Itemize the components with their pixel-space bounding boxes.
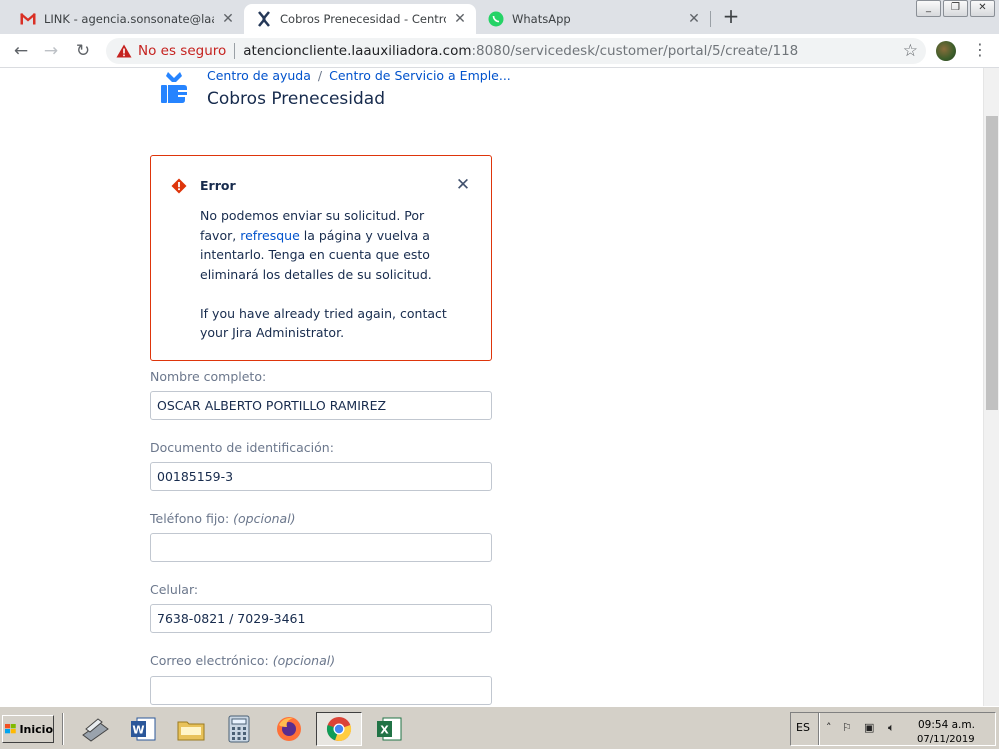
url-path: :8080/servicedesk/customer/portal/5/crea… [471, 43, 799, 59]
explorer-folder-icon[interactable] [168, 712, 214, 746]
excel-icon[interactable]: X [366, 712, 412, 746]
tab-cobros-prenecesidad[interactable]: Cobros Prenecesidad - Centro de Se ✕ [244, 4, 476, 34]
tab-label: WhatsApp [512, 12, 571, 26]
calculator-icon[interactable] [216, 712, 262, 746]
mobile-label: Celular: [150, 582, 199, 597]
service-desk-logo-icon [161, 72, 187, 103]
gmail-icon [20, 11, 36, 27]
address-bar[interactable]: No es seguro atencioncliente.laauxiliado… [106, 38, 926, 64]
maximize-button[interactable]: ❐ [943, 0, 968, 17]
tab-close-icon[interactable]: ✕ [452, 11, 468, 27]
full-name-label: Nombre completo: [150, 369, 267, 384]
tab-divider [710, 11, 711, 27]
browser-toolbar: ← → ↻ No es seguro atencioncliente.laaux… [0, 34, 999, 68]
scrollbar-thumb[interactable] [986, 116, 998, 410]
bookmark-star-icon[interactable]: ☆ [903, 41, 918, 61]
vertical-scrollbar[interactable] [983, 68, 999, 706]
email-field[interactable] [150, 676, 492, 705]
os-taskbar: Inicio W X ES ˄ ⚐ ▣ 🔈︎ 09:54 a.m. 07/11/… [0, 706, 999, 749]
close-icon[interactable]: ✕ [455, 176, 471, 194]
word-icon[interactable]: W [120, 712, 166, 746]
tab-label: LINK - agencia.sonsonate@laauxiliadora [44, 12, 214, 26]
tab-whatsapp[interactable]: WhatsApp ✕ [476, 4, 710, 34]
refresh-link[interactable]: refresque [240, 228, 300, 243]
omnibox-divider [234, 43, 236, 59]
profile-avatar[interactable] [936, 41, 956, 61]
browser-menu-icon[interactable]: ⋮ [972, 40, 988, 59]
window-controls: _ ❐ ✕ [914, 0, 995, 17]
volume-icon[interactable]: 🔈︎ [888, 721, 895, 735]
chrome-icon[interactable] [316, 712, 362, 746]
error-title: Error [200, 178, 236, 193]
start-label: Inicio [19, 722, 53, 736]
new-tab-button[interactable]: + [720, 6, 742, 28]
language-indicator[interactable]: ES [796, 721, 810, 734]
clock-time[interactable]: 09:54 a.m. [918, 719, 975, 731]
email-label: Correo electrónico: (opcional) [150, 653, 336, 668]
landline-label: Teléfono fijo: (opcional) [150, 511, 296, 526]
svg-text:W: W [132, 724, 144, 737]
id-document-label: Documento de identificación: [150, 440, 334, 455]
error-body: No podemos enviar su solicitud. Por favo… [200, 206, 450, 343]
firefox-icon[interactable] [266, 712, 312, 746]
optional-tag: (opcional) [272, 653, 336, 668]
back-arrow-icon[interactable]: ← [10, 41, 32, 63]
id-document-field[interactable] [150, 462, 492, 491]
page-viewport: Centro de ayuda / Centro de Servicio a Emp… [0, 68, 983, 706]
breadcrumb-link-help-center[interactable]: Centro de ayuda [207, 68, 311, 83]
reload-icon[interactable]: ↻ [72, 41, 94, 63]
tab-gmail[interactable]: LINK - agencia.sonsonate@laauxiliadora ✕ [8, 4, 244, 34]
flag-icon[interactable]: ⚐ [842, 721, 852, 734]
start-button[interactable]: Inicio [2, 715, 54, 743]
whatsapp-icon [488, 11, 504, 27]
tab-close-icon[interactable]: ✕ [686, 11, 702, 27]
warning-triangle-icon [116, 44, 132, 58]
mobile-field[interactable] [150, 604, 492, 633]
windows-flag-icon [5, 723, 16, 734]
browser-tab-strip: LINK - agencia.sonsonate@laauxiliadora ✕… [0, 0, 999, 34]
page-title: Cobros Prenecesidad [207, 89, 385, 109]
clock-date[interactable]: 07/11/2019 [917, 734, 975, 745]
tab-label: Cobros Prenecesidad - Centro de Se [280, 12, 446, 26]
minimize-button[interactable]: _ [916, 0, 941, 17]
optional-tag: (opcional) [233, 511, 296, 526]
forward-arrow-icon[interactable]: → [40, 41, 62, 63]
svg-text:X: X [380, 724, 389, 737]
breadcrumb-separator: / [317, 68, 323, 83]
breadcrumb: Centro de ayuda / Centro de Servicio a Emp… [207, 68, 511, 83]
tray-divider [818, 713, 820, 745]
close-window-button[interactable]: ✕ [970, 0, 995, 17]
network-icon[interactable]: ▣ [864, 721, 874, 734]
error-icon [171, 178, 187, 194]
full-name-field[interactable] [150, 391, 492, 420]
taskbar-divider [62, 713, 64, 745]
scanner-icon[interactable] [72, 712, 118, 746]
url-host: atencioncliente.laauxiliadora.com [243, 43, 472, 59]
chevron-up-icon[interactable]: ˄ [826, 721, 832, 734]
security-status[interactable]: No es seguro [138, 43, 226, 59]
tab-close-icon[interactable]: ✕ [220, 11, 236, 27]
jira-service-desk-icon [256, 11, 272, 27]
error-admin-text: If you have already tried again, contact… [200, 305, 447, 341]
breadcrumb-link-service-center[interactable]: Centro de Servicio a Emple... [329, 68, 511, 83]
error-message-panel: Error ✕ No podemos enviar su solicitud. … [150, 155, 492, 361]
landline-field[interactable] [150, 533, 492, 562]
